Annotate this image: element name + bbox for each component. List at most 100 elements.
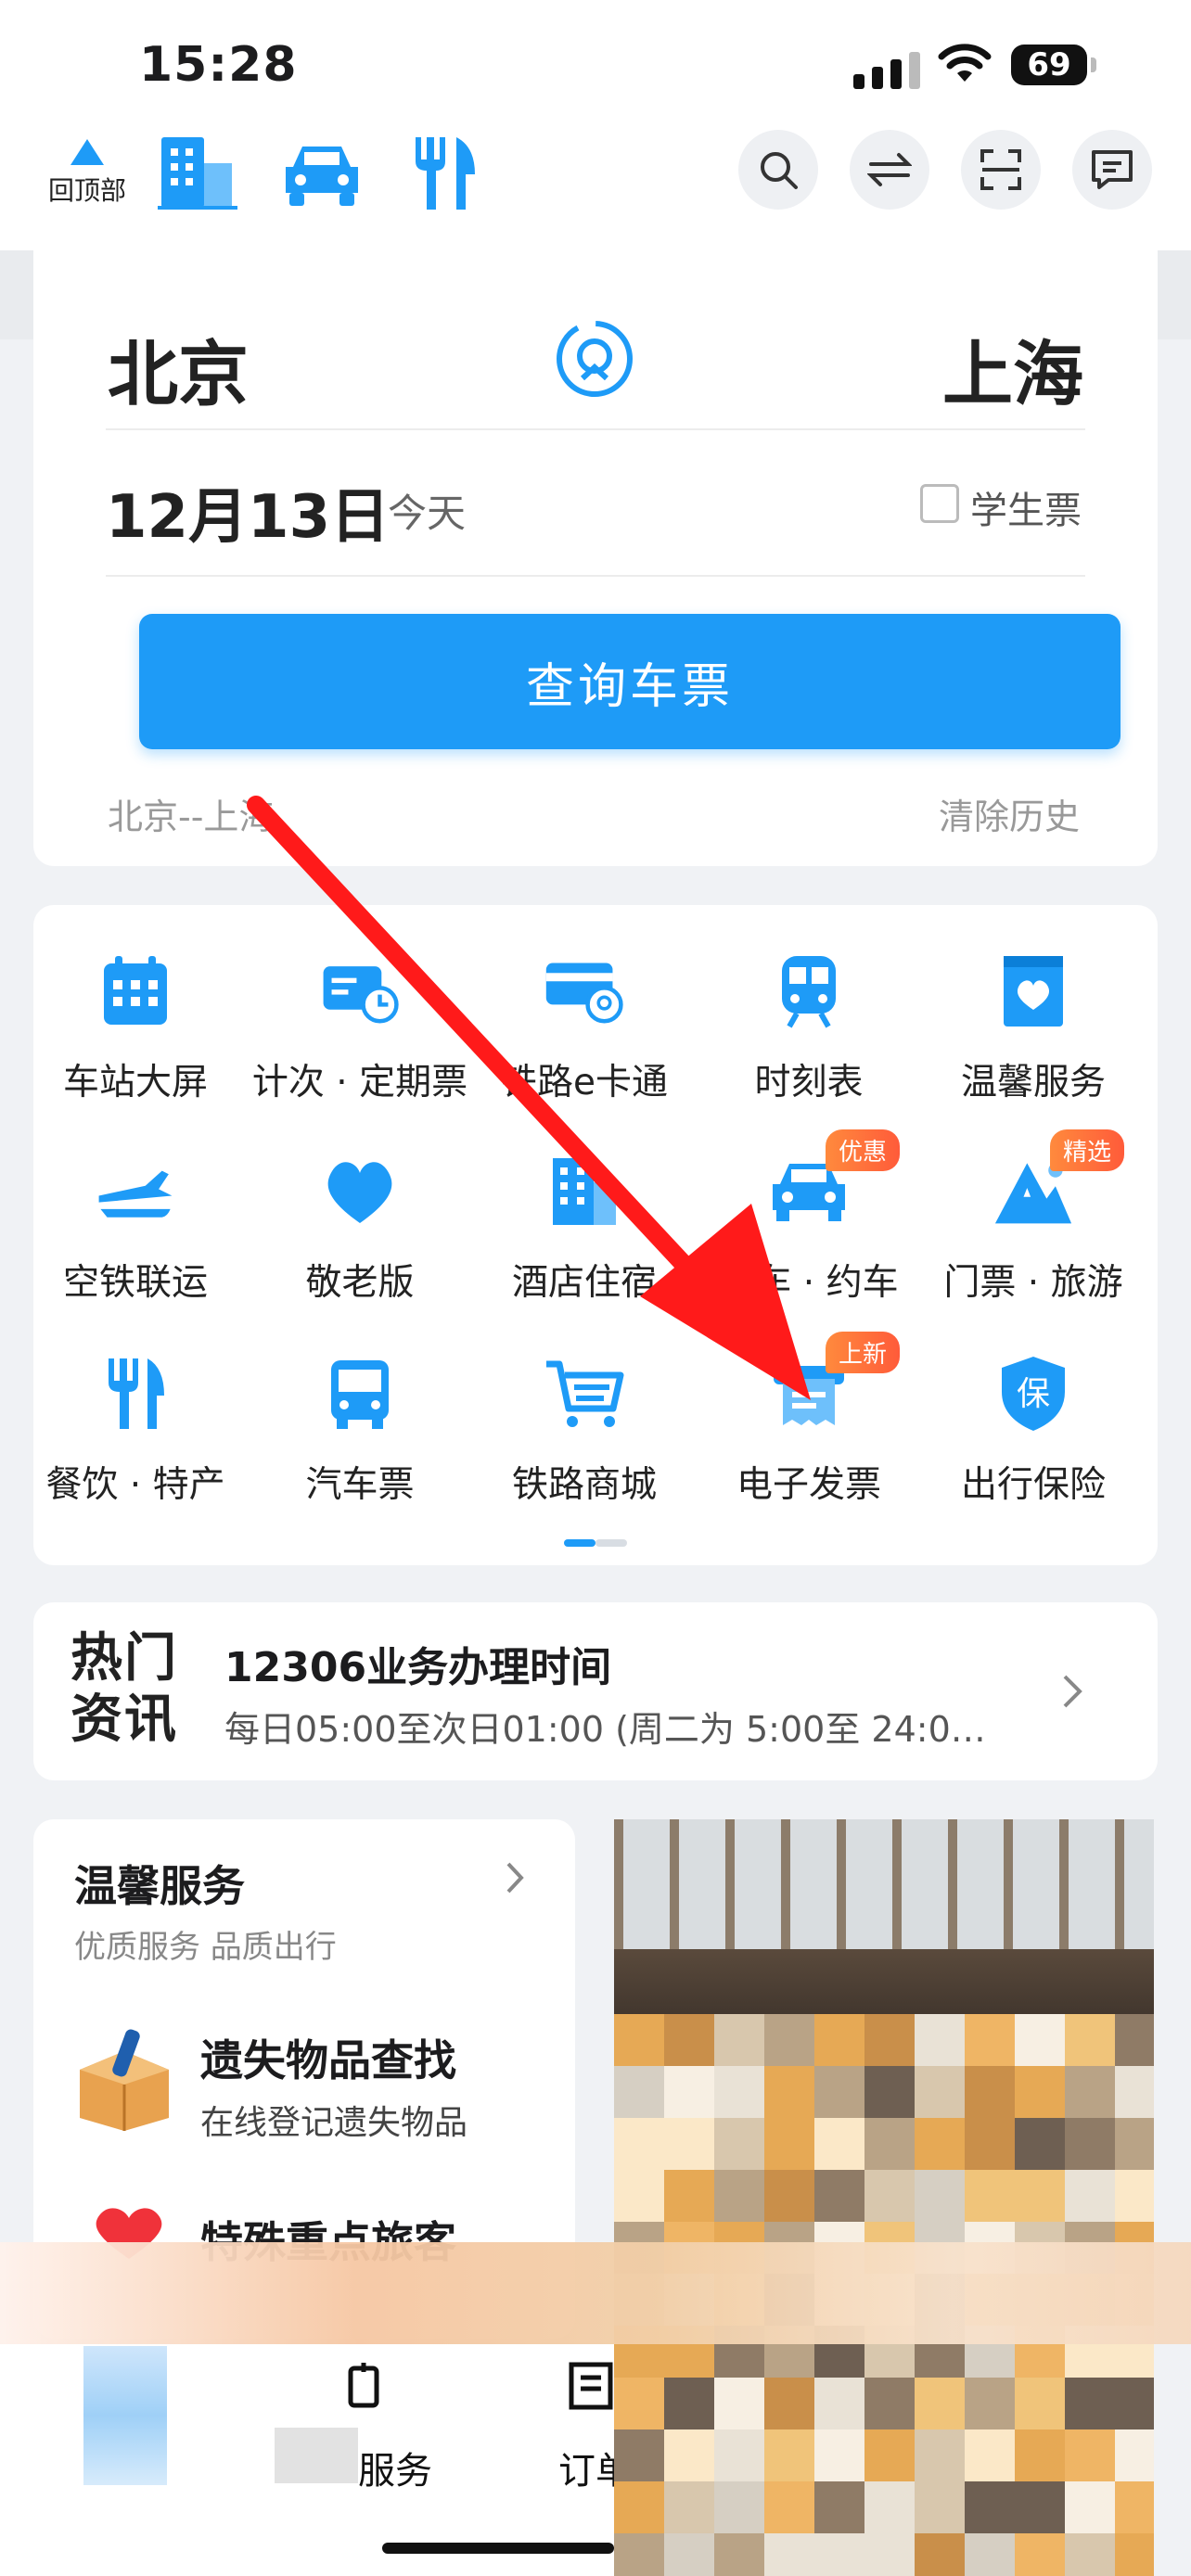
warm-service-subtitle: 优质服务 品质出行 xyxy=(74,1929,337,1966)
mosaic-tile xyxy=(814,2014,865,2067)
fork-knife-icon xyxy=(96,1354,175,1434)
mosaic-tile xyxy=(965,2118,1016,2171)
mosaic-tile xyxy=(614,2118,665,2171)
blurred-banner xyxy=(0,2242,1191,2344)
triangle-up-icon xyxy=(70,139,104,165)
wifi-icon xyxy=(938,44,992,82)
promo-image[interactable] xyxy=(614,1819,1154,2576)
service-badge: 精选 xyxy=(1049,1129,1124,1171)
mosaic-tile xyxy=(764,2118,815,2171)
chevron-right-icon xyxy=(1063,1675,1082,1708)
mosaic-tile xyxy=(965,2378,1016,2430)
mosaic-tile xyxy=(1065,2170,1116,2223)
divider xyxy=(106,428,1085,430)
mosaic-tile xyxy=(1015,2429,1066,2482)
mosaic-tile xyxy=(814,2118,865,2171)
search-icon xyxy=(761,152,798,189)
hotel-icon xyxy=(544,1152,624,1231)
query-tickets-button[interactable]: 查询车票 xyxy=(139,614,1121,749)
mosaic-tile xyxy=(915,2481,966,2534)
clear-history-button[interactable]: 清除历史 xyxy=(939,788,1080,839)
mosaic-tile xyxy=(965,2014,1016,2067)
mosaic-tile xyxy=(915,2533,966,2576)
from-station[interactable]: 北京 xyxy=(108,317,249,419)
mosaic-tile xyxy=(664,2429,715,2482)
mosaic-tile xyxy=(714,2170,765,2223)
service-item[interactable]: 时刻表 xyxy=(699,942,918,1128)
mosaic-tile xyxy=(664,2481,715,2534)
service-item[interactable]: 车站大屏 xyxy=(26,942,245,1128)
swap-stations-icon[interactable] xyxy=(555,319,634,399)
service-item[interactable]: 铁路e卡通 xyxy=(475,942,694,1128)
mosaic-tile xyxy=(1015,2014,1066,2067)
service-item[interactable]: 空铁联运 xyxy=(26,1142,245,1328)
mosaic-tile xyxy=(915,2429,966,2482)
top-nav: 回顶部 xyxy=(0,130,1191,250)
mosaic-tile xyxy=(864,2066,916,2119)
service-label: 铁路商城 xyxy=(511,1464,657,1506)
scan-button[interactable] xyxy=(961,130,1041,210)
service-item[interactable]: 温馨服务 xyxy=(924,942,1143,1128)
mosaic-tile xyxy=(864,2378,916,2430)
lost-item-title: 遗失物品查找 xyxy=(200,2035,456,2085)
scan-icon xyxy=(980,149,1021,190)
service-item[interactable]: 酒店住宿 xyxy=(475,1142,694,1328)
mosaic-tile xyxy=(714,2014,765,2067)
cart-icon xyxy=(544,1354,624,1434)
mosaic-tile xyxy=(1115,2533,1154,2576)
hot-news-card[interactable]: 热门 资讯 12306业务办理时间 每日05:00至次日01:00 (周二为 5… xyxy=(33,1602,1158,1780)
car-shortcut-icon[interactable] xyxy=(280,139,364,210)
plane-train-icon xyxy=(96,1152,175,1231)
mosaic-tile xyxy=(764,2170,815,2223)
service-label: 空铁联运 xyxy=(62,1262,208,1304)
switch-button[interactable] xyxy=(850,130,929,210)
service-item[interactable]: 计次 · 定期票 xyxy=(250,942,469,1128)
service-label: 租车 · 约车 xyxy=(719,1262,899,1304)
service-label: 时刻表 xyxy=(754,1062,864,1103)
rail-card-icon xyxy=(544,951,624,1031)
service-item[interactable]: 租车 · 约车 优惠 xyxy=(699,1129,918,1328)
mosaic-tile xyxy=(614,2170,665,2223)
mosaic-tile xyxy=(1065,2533,1116,2576)
message-icon xyxy=(1092,150,1133,189)
swap-arrows-icon xyxy=(867,153,912,186)
back-to-top-label: 回顶部 xyxy=(47,175,126,206)
service-item[interactable]: 保出行保险 xyxy=(924,1345,1143,1530)
mosaic-tile xyxy=(714,2429,765,2482)
mosaic-tile xyxy=(864,2429,916,2482)
fork-knife-shortcut-icon[interactable] xyxy=(408,134,479,211)
mosaic-tile xyxy=(664,2014,715,2067)
to-station[interactable]: 上海 xyxy=(942,317,1083,419)
tab-home-icon[interactable] xyxy=(83,2346,167,2485)
service-label: 酒店住宿 xyxy=(511,1262,657,1304)
page-indicator-active xyxy=(564,1539,596,1547)
mosaic-tile xyxy=(614,2014,665,2067)
tab-orders[interactable]: 订单 xyxy=(558,2441,614,2494)
calendar-icon xyxy=(96,951,175,1031)
service-item[interactable]: 门票 · 旅游 精选 xyxy=(924,1129,1143,1328)
student-checkbox[interactable] xyxy=(920,484,959,523)
service-item[interactable]: 餐饮 · 特产 xyxy=(26,1345,245,1530)
mosaic-tile xyxy=(1065,2118,1116,2171)
mosaic-tile xyxy=(965,2481,1016,2534)
mosaic-tile xyxy=(864,2170,916,2223)
service-item[interactable]: 敬老版 xyxy=(250,1142,469,1328)
hotel-shortcut-icon[interactable] xyxy=(158,134,237,211)
mosaic-tile xyxy=(614,2066,665,2119)
ticket-search-card: 北京 上海 12月13日 今天 学生票 查询车票 北京--上海 清除历史 xyxy=(33,250,1158,866)
search-button[interactable] xyxy=(738,130,818,210)
service-item[interactable]: 电子发票 上新 xyxy=(699,1332,918,1530)
mosaic-tile xyxy=(714,2533,765,2576)
mosaic-tile xyxy=(1015,2481,1066,2534)
mosaic-tile xyxy=(1115,2066,1154,2119)
service-item[interactable]: 汽车票 xyxy=(250,1345,469,1530)
history-item[interactable]: 北京--上海 xyxy=(108,788,274,839)
service-item[interactable]: 铁路商城 xyxy=(475,1345,694,1530)
mosaic-tile xyxy=(1115,2378,1154,2430)
message-button[interactable] xyxy=(1072,130,1152,210)
travel-date[interactable]: 12月13日 xyxy=(106,469,390,555)
back-to-top-button[interactable]: 回顶部 xyxy=(41,137,134,208)
tab-service[interactable]: 服务 xyxy=(358,2441,432,2494)
service-label: 温馨服务 xyxy=(960,1062,1106,1103)
service-label: 敬老版 xyxy=(305,1262,415,1304)
